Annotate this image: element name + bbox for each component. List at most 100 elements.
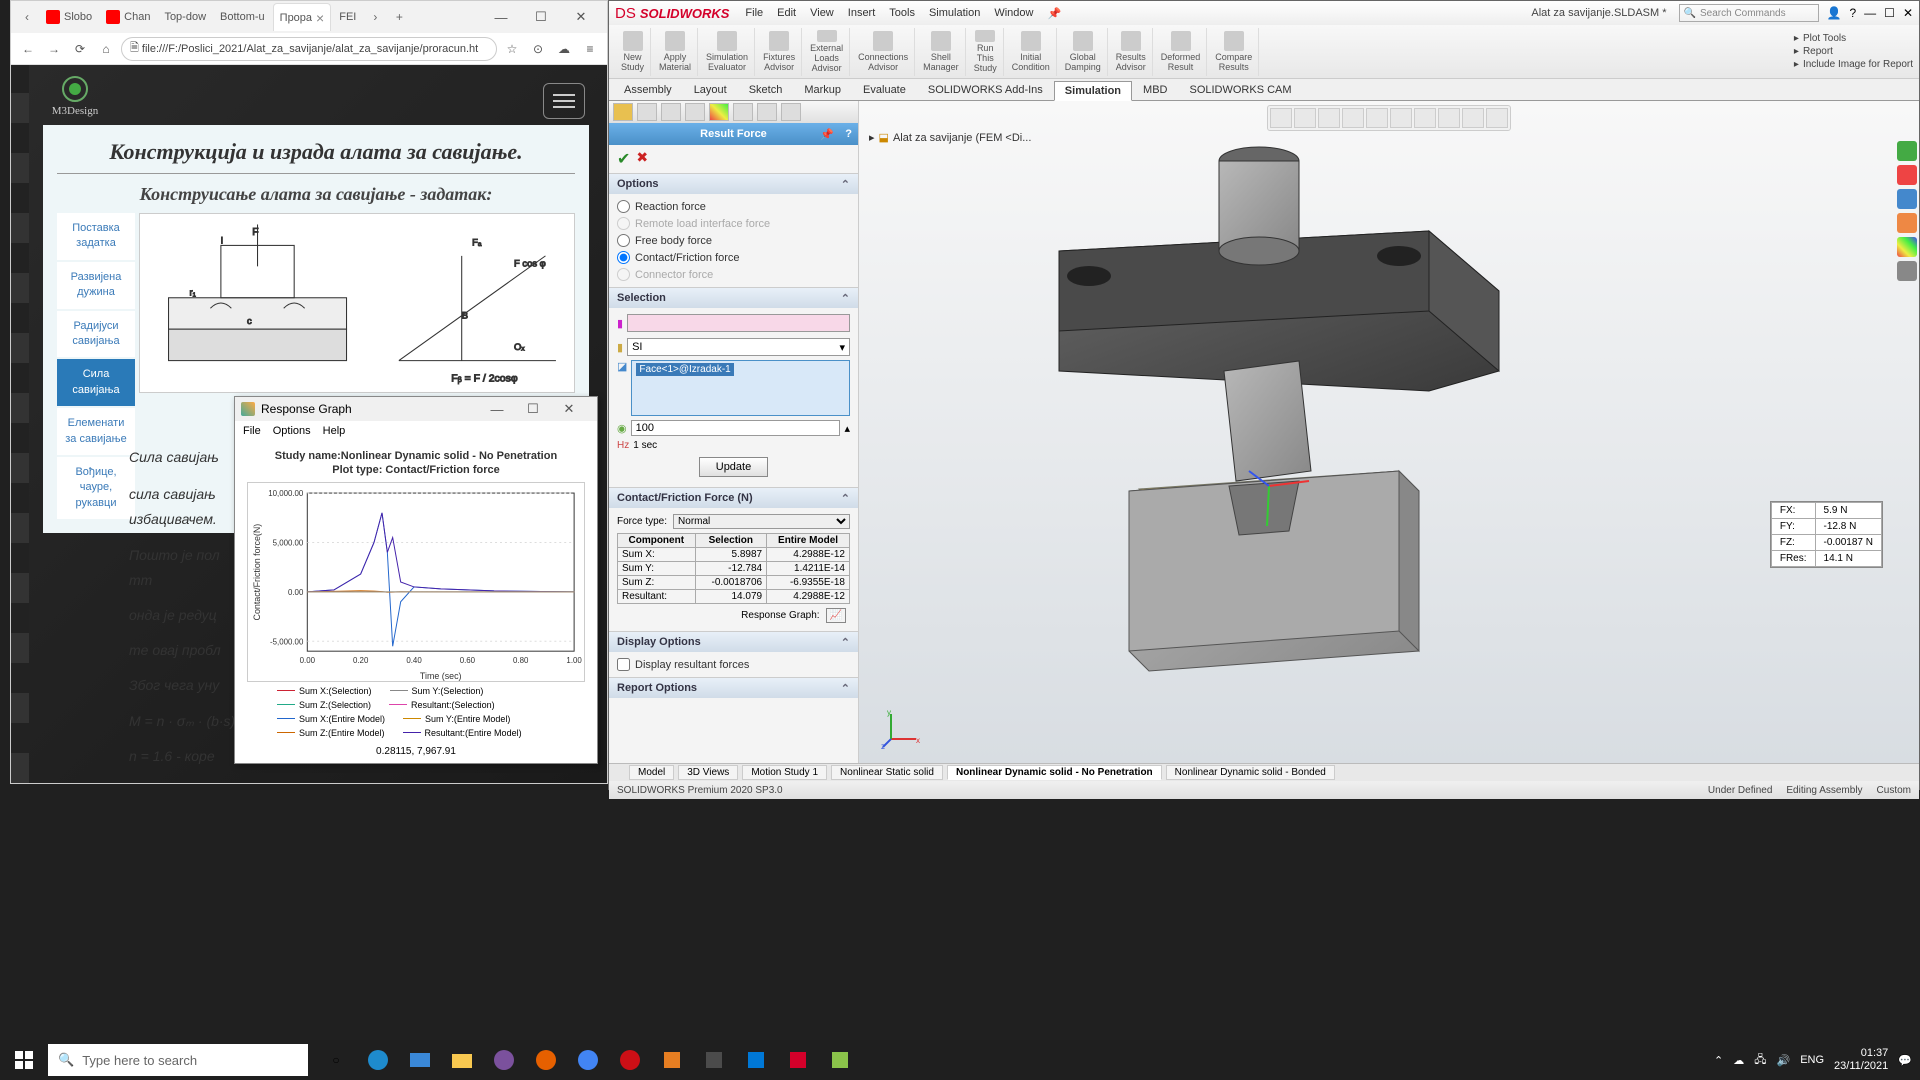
close-button[interactable]: ✕ <box>567 5 595 29</box>
bookmark-button[interactable]: ☆ <box>501 38 523 60</box>
zoom-fit-icon[interactable] <box>1270 108 1292 128</box>
browser-tab[interactable]: Bottom-u <box>214 3 271 31</box>
section-display-options[interactable]: Display Options <box>609 632 858 652</box>
ribbon-button[interactable]: ExternalLoadsAdvisor <box>804 28 850 76</box>
menu-button[interactable]: ≡ <box>579 38 601 60</box>
chart-plot[interactable]: -5,000.000.005,000.0010,000.000.000.200.… <box>247 482 585 682</box>
entity-color-box[interactable] <box>627 314 850 332</box>
solidworks-taskbar-icon[interactable] <box>778 1040 818 1080</box>
unit-select[interactable]: SI▾ <box>627 338 850 356</box>
command-tab[interactable]: Layout <box>683 80 738 100</box>
selection-list[interactable]: Face<1>@Izradak-1 <box>631 360 850 416</box>
network-icon[interactable]: 🖧 <box>1754 1051 1766 1070</box>
ribbon-button[interactable]: SimulationEvaluator <box>700 28 755 76</box>
display-resultant-checkbox[interactable]: Display resultant forces <box>617 656 850 673</box>
panel-tab-icon[interactable] <box>637 103 657 121</box>
media-icon[interactable] <box>652 1040 692 1080</box>
paint-icon[interactable] <box>820 1040 860 1080</box>
ribbon-right-item[interactable]: ▸ Include Image for Report <box>1794 59 1913 70</box>
error-flag-icon[interactable] <box>1897 165 1917 185</box>
menu-simulation[interactable]: Simulation <box>929 7 980 20</box>
reload-button[interactable]: ⟳ <box>69 38 91 60</box>
step-input[interactable] <box>631 420 841 436</box>
view-orientation-icon[interactable] <box>1366 108 1388 128</box>
forward-button[interactable]: → <box>43 38 65 60</box>
misc-flag-icon[interactable] <box>1897 261 1917 281</box>
option-radio[interactable]: Free body force <box>617 232 850 249</box>
back-button[interactable]: ← <box>17 38 39 60</box>
help-icon[interactable]: ? <box>845 128 852 140</box>
ribbon-button[interactable]: ApplyMaterial <box>653 28 698 76</box>
ribbon-button[interactable]: RunThisStudy <box>968 28 1004 76</box>
panel-tab-icon[interactable] <box>757 103 777 121</box>
maximize-button[interactable]: ☐ <box>1884 6 1895 20</box>
sw-titlebar[interactable]: DS SOLIDWORKS File Edit View Insert Tool… <box>609 1 1919 25</box>
graphics-viewport[interactable]: ▸⬓ Alat za savijanje (FEM <Di... <box>859 101 1919 763</box>
explorer-icon[interactable] <box>442 1040 482 1080</box>
opera-icon[interactable] <box>610 1040 650 1080</box>
ribbon-button[interactable]: InitialCondition <box>1006 28 1057 76</box>
command-tab[interactable]: Assembly <box>613 80 683 100</box>
stepper-up-icon[interactable]: ▴ <box>844 422 850 435</box>
ribbon-button[interactable]: DeformedResult <box>1155 28 1208 76</box>
menu-view[interactable]: View <box>810 7 834 20</box>
browser-tab[interactable]: Top-dow <box>158 3 212 31</box>
minimize-button[interactable]: — <box>487 5 515 29</box>
ribbon-button[interactable]: ShellManager <box>917 28 966 76</box>
command-tab[interactable]: Simulation <box>1054 81 1132 101</box>
section-options[interactable]: Options <box>609 174 858 194</box>
firefox-icon[interactable] <box>526 1040 566 1080</box>
close-button[interactable]: ✕ <box>555 397 583 421</box>
account-icon[interactable]: 👤 <box>1827 6 1842 20</box>
sidebar-item[interactable]: Елеменати за савијање <box>57 408 135 455</box>
notifications-icon[interactable]: 💬 <box>1898 1054 1912 1067</box>
minimize-button[interactable]: — <box>1864 6 1876 20</box>
browser-tab[interactable]: FEI <box>333 3 362 31</box>
sublime-icon[interactable] <box>694 1040 734 1080</box>
sidebar-item[interactable]: Вођице, чауре, рукавци <box>57 457 135 519</box>
clock[interactable]: 01:37 23/11/2021 <box>1834 1047 1888 1073</box>
sync-icon[interactable]: ⊙ <box>527 38 549 60</box>
menu-file[interactable]: File <box>243 425 261 437</box>
hide-show-icon[interactable] <box>1414 108 1436 128</box>
ribbon-button[interactable]: NewStudy <box>615 28 651 76</box>
study-tab[interactable]: Nonlinear Dynamic solid - Bonded <box>1166 765 1335 780</box>
menu-options[interactable]: Options <box>273 425 311 437</box>
tab-next-icon[interactable]: › <box>363 5 387 29</box>
ok-flag-icon[interactable] <box>1897 141 1917 161</box>
panel-tab-icon[interactable] <box>781 103 801 121</box>
help-icon[interactable]: ? <box>1849 6 1856 20</box>
browser-tab-active[interactable]: Прора× <box>273 3 332 31</box>
menu-insert[interactable]: Insert <box>848 7 876 20</box>
hamburger-menu-button[interactable] <box>543 83 585 119</box>
command-tab[interactable]: MBD <box>1132 80 1178 100</box>
volume-icon[interactable]: 🔊 <box>1777 1054 1791 1067</box>
section-report-options[interactable]: Report Options <box>609 678 858 698</box>
menu-tools[interactable]: Tools <box>889 7 915 20</box>
extension-icon[interactable]: ☁ <box>553 38 575 60</box>
sidebar-item[interactable]: Радијуси савијања <box>57 311 135 358</box>
cancel-button[interactable]: ✖ <box>636 149 648 169</box>
viber-icon[interactable] <box>484 1040 524 1080</box>
command-tab[interactable]: SOLIDWORKS Add-Ins <box>917 80 1054 100</box>
status-custom[interactable]: Custom <box>1877 785 1911 796</box>
sidebar-item[interactable]: Поставка задатка <box>57 213 135 260</box>
url-input[interactable]: 🗎 file:///F:/Poslici_2021/Alat_za_savija… <box>121 37 497 61</box>
minimize-button[interactable]: — <box>483 397 511 421</box>
prev-view-icon[interactable] <box>1318 108 1340 128</box>
display-style-icon[interactable] <box>1390 108 1412 128</box>
view-settings-icon[interactable] <box>1486 108 1508 128</box>
cortana-icon[interactable]: ○ <box>316 1040 356 1080</box>
command-tab[interactable]: Evaluate <box>852 80 917 100</box>
ribbon-right-item[interactable]: ▸ Report <box>1794 46 1913 57</box>
section-force[interactable]: Contact/Friction Force (N) <box>609 488 858 508</box>
warn-flag-icon[interactable] <box>1897 213 1917 233</box>
close-button[interactable]: ✕ <box>1903 6 1913 20</box>
pin-icon[interactable]: 📌 <box>820 128 834 141</box>
command-tab[interactable]: SOLIDWORKS CAM <box>1178 80 1302 100</box>
study-tab[interactable]: Model <box>629 765 674 780</box>
ribbon-button[interactable]: FixturesAdvisor <box>757 28 802 76</box>
onedrive-icon[interactable]: ☁ <box>1733 1054 1744 1067</box>
command-tab[interactable]: Sketch <box>738 80 794 100</box>
vscode-icon[interactable] <box>736 1040 776 1080</box>
